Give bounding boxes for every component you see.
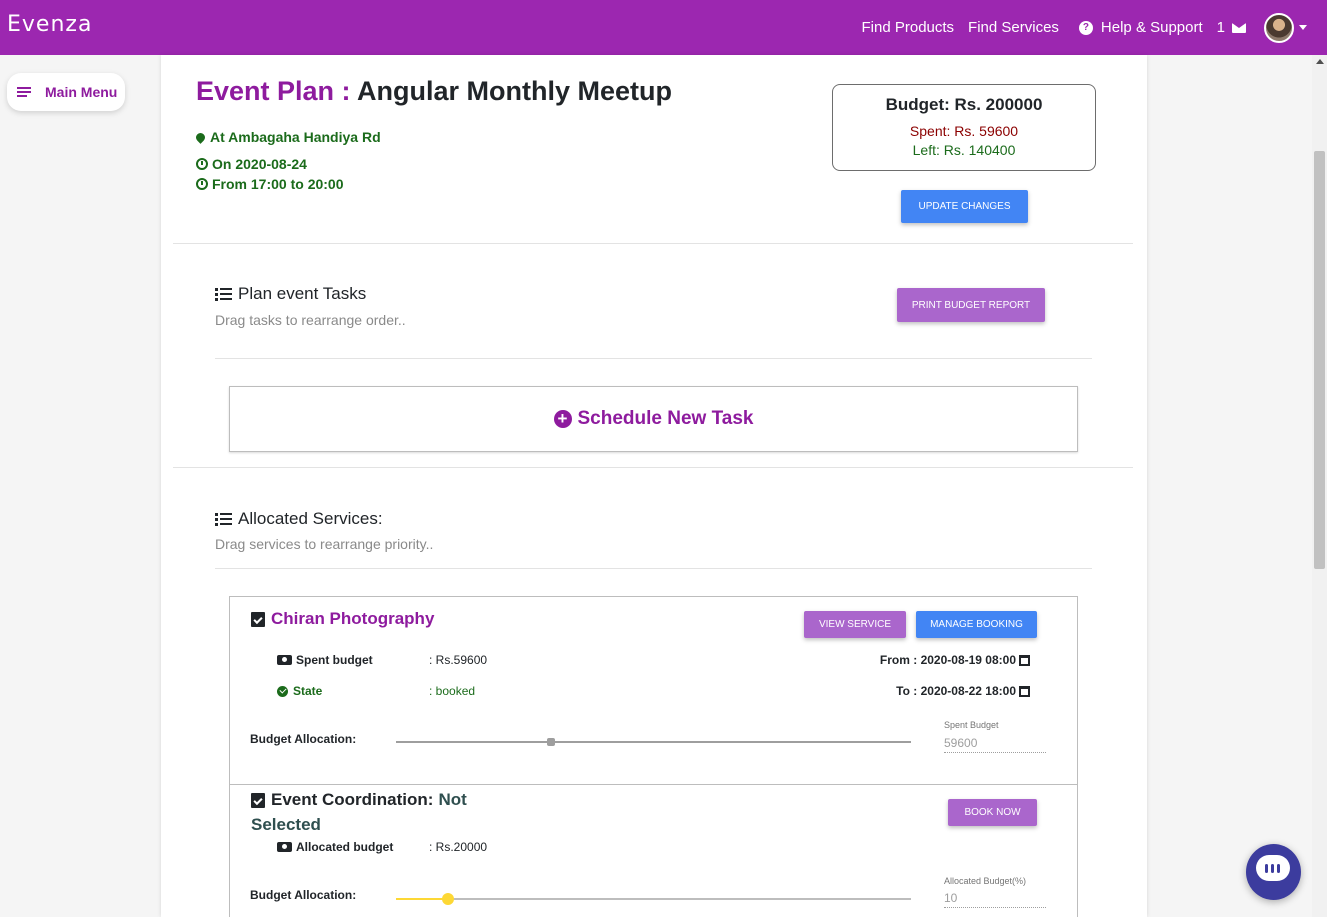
- tasks-subtitle: Drag tasks to rearrange order..: [215, 312, 406, 328]
- money-bill-icon: [277, 842, 292, 852]
- page-title: Event Plan : Angular Monthly Meetup: [196, 76, 672, 107]
- service-card-chiran-photography[interactable]: Chiran Photography VIEW SERVICE MANAGE B…: [229, 596, 1078, 785]
- book-now-button[interactable]: BOOK NOW: [948, 799, 1037, 826]
- state-value: : booked: [429, 684, 476, 698]
- calendar-icon: [1019, 654, 1030, 666]
- user-avatar[interactable]: [1264, 12, 1294, 43]
- divider: [215, 358, 1092, 359]
- budget-allocation-label: Budget Allocation:: [250, 732, 357, 746]
- chat-button[interactable]: [1246, 844, 1301, 900]
- services-title-text: Allocated Services:: [238, 509, 383, 528]
- divider: [173, 243, 1133, 244]
- chat-bubble-icon: [1256, 855, 1290, 881]
- budget-allocation-label: Budget Allocation:: [250, 888, 357, 902]
- calendar-check-icon: [251, 792, 265, 808]
- from-date-text: From : 2020-08-19 08:00: [879, 653, 1016, 667]
- event-plan-card: Event Plan : Angular Monthly Meetup At A…: [161, 55, 1147, 917]
- allocated-budget-label-text: Allocated budget: [296, 840, 394, 854]
- list-icon: [215, 512, 233, 526]
- calendar-icon: [1019, 685, 1030, 697]
- budget-allocation-slider[interactable]: [396, 738, 911, 746]
- services-section-title: Allocated Services:: [215, 509, 383, 529]
- page-scrollbar[interactable]: [1312, 55, 1327, 917]
- budget-allocation-slider[interactable]: [396, 893, 911, 905]
- state-label-text: State: [293, 684, 323, 698]
- map-pin-icon: [194, 130, 207, 144]
- service-name: Chiran Photography: [251, 609, 434, 629]
- service-card-event-coordination[interactable]: Event Coordination: Not Selected BOOK NO…: [229, 784, 1078, 917]
- brand-logo[interactable]: Evenza: [7, 12, 92, 37]
- schedule-new-task-button[interactable]: + Schedule New Task: [229, 386, 1078, 452]
- budget-spent: Spent: Rs. 59600: [909, 123, 1019, 139]
- booking-from-date: From : 2020-08-19 08:00: [880, 653, 1030, 667]
- allocated-budget-input-label: Allocated Budget(%): [944, 876, 1027, 886]
- clock-icon: [196, 158, 208, 170]
- slider-fill: [396, 741, 551, 743]
- question-circle-icon[interactable]: ?: [1078, 20, 1093, 35]
- event-name: Angular Monthly Meetup: [357, 76, 673, 106]
- service-status-text: Not: [438, 790, 467, 809]
- location-text: At Ambagaha Handiya Rd: [210, 129, 381, 145]
- help-support-link[interactable]: Help & Support: [1101, 19, 1203, 36]
- divider: [173, 467, 1133, 468]
- calendar-check-icon: [251, 611, 265, 627]
- booking-to-date: To : 2020-08-22 18:00: [896, 684, 1030, 698]
- message-count[interactable]: 1: [1217, 19, 1225, 36]
- check-circle-icon: [277, 685, 288, 697]
- tasks-section-title: Plan event Tasks: [215, 284, 366, 304]
- event-location: At Ambagaha Handiya Rd: [194, 129, 381, 145]
- slider-fill: [396, 898, 448, 900]
- view-service-button[interactable]: VIEW SERVICE: [804, 611, 906, 638]
- service-name-text: Event Coordination:: [271, 790, 434, 809]
- tasks-title-text: Plan event Tasks: [238, 284, 367, 303]
- menu-lines-icon: [17, 87, 31, 97]
- print-budget-report-button[interactable]: PRINT BUDGET REPORT: [897, 288, 1045, 322]
- update-changes-button[interactable]: UPDATE CHANGES: [901, 190, 1028, 223]
- allocated-budget-label: Allocated budget: [277, 840, 393, 854]
- budget-left: Left: Rs. 140400: [912, 142, 1016, 158]
- service-status-line2: Selected: [251, 815, 321, 834]
- allocated-budget-input[interactable]: 10: [944, 891, 1046, 908]
- divider: [215, 568, 1092, 569]
- state-label: State: [277, 684, 322, 698]
- envelope-icon[interactable]: [1232, 22, 1246, 33]
- spent-budget-label-text: Spent budget: [296, 653, 373, 667]
- chevron-down-icon[interactable]: [1299, 25, 1307, 30]
- time-text: From 17:00 to 20:00: [212, 176, 344, 192]
- scroll-up-icon[interactable]: [1316, 59, 1324, 64]
- slider-thumb[interactable]: [441, 893, 454, 905]
- manage-booking-button[interactable]: MANAGE BOOKING: [916, 611, 1037, 638]
- date-text: On 2020-08-24: [212, 156, 307, 172]
- event-time: From 17:00 to 20:00: [196, 176, 344, 192]
- spent-budget-value: : Rs.59600: [429, 653, 488, 667]
- allocated-budget-value: : Rs.20000: [429, 840, 488, 854]
- money-bill-icon: [277, 655, 292, 665]
- service-name-text[interactable]: Chiran Photography: [271, 609, 434, 629]
- title-label: Event Plan :: [196, 76, 351, 106]
- nav-links: Find Products Find Services ? Help & Sup…: [848, 0, 1307, 55]
- budget-summary: Budget: Rs. 200000 Spent: Rs. 59600 Left…: [832, 84, 1096, 171]
- service-name: Event Coordination: Not: [251, 790, 467, 810]
- main-menu-button[interactable]: Main Menu: [7, 73, 125, 111]
- schedule-new-task-label: Schedule New Task: [577, 408, 754, 429]
- clock-icon: [196, 178, 208, 190]
- scrollbar-thumb[interactable]: [1314, 151, 1325, 569]
- slider-thumb[interactable]: [546, 738, 555, 746]
- budget-total: Budget: Rs. 200000: [885, 95, 1043, 114]
- services-subtitle: Drag services to rearrange priority..: [215, 536, 434, 552]
- plus-circle-icon: +: [553, 410, 572, 428]
- to-date-text: To : 2020-08-22 18:00: [896, 684, 1016, 698]
- find-services-link[interactable]: Find Services: [968, 19, 1059, 36]
- top-navbar: Evenza Find Products Find Services ? Hel…: [0, 0, 1327, 55]
- spent-budget-input[interactable]: 59600: [944, 736, 1046, 753]
- find-products-link[interactable]: Find Products: [862, 19, 955, 36]
- main-menu-label: Main Menu: [45, 84, 118, 100]
- spent-budget-label: Spent budget: [277, 653, 373, 667]
- event-date: On 2020-08-24: [196, 156, 307, 172]
- spent-budget-input-label: Spent Budget: [944, 720, 999, 730]
- list-icon: [215, 287, 233, 301]
